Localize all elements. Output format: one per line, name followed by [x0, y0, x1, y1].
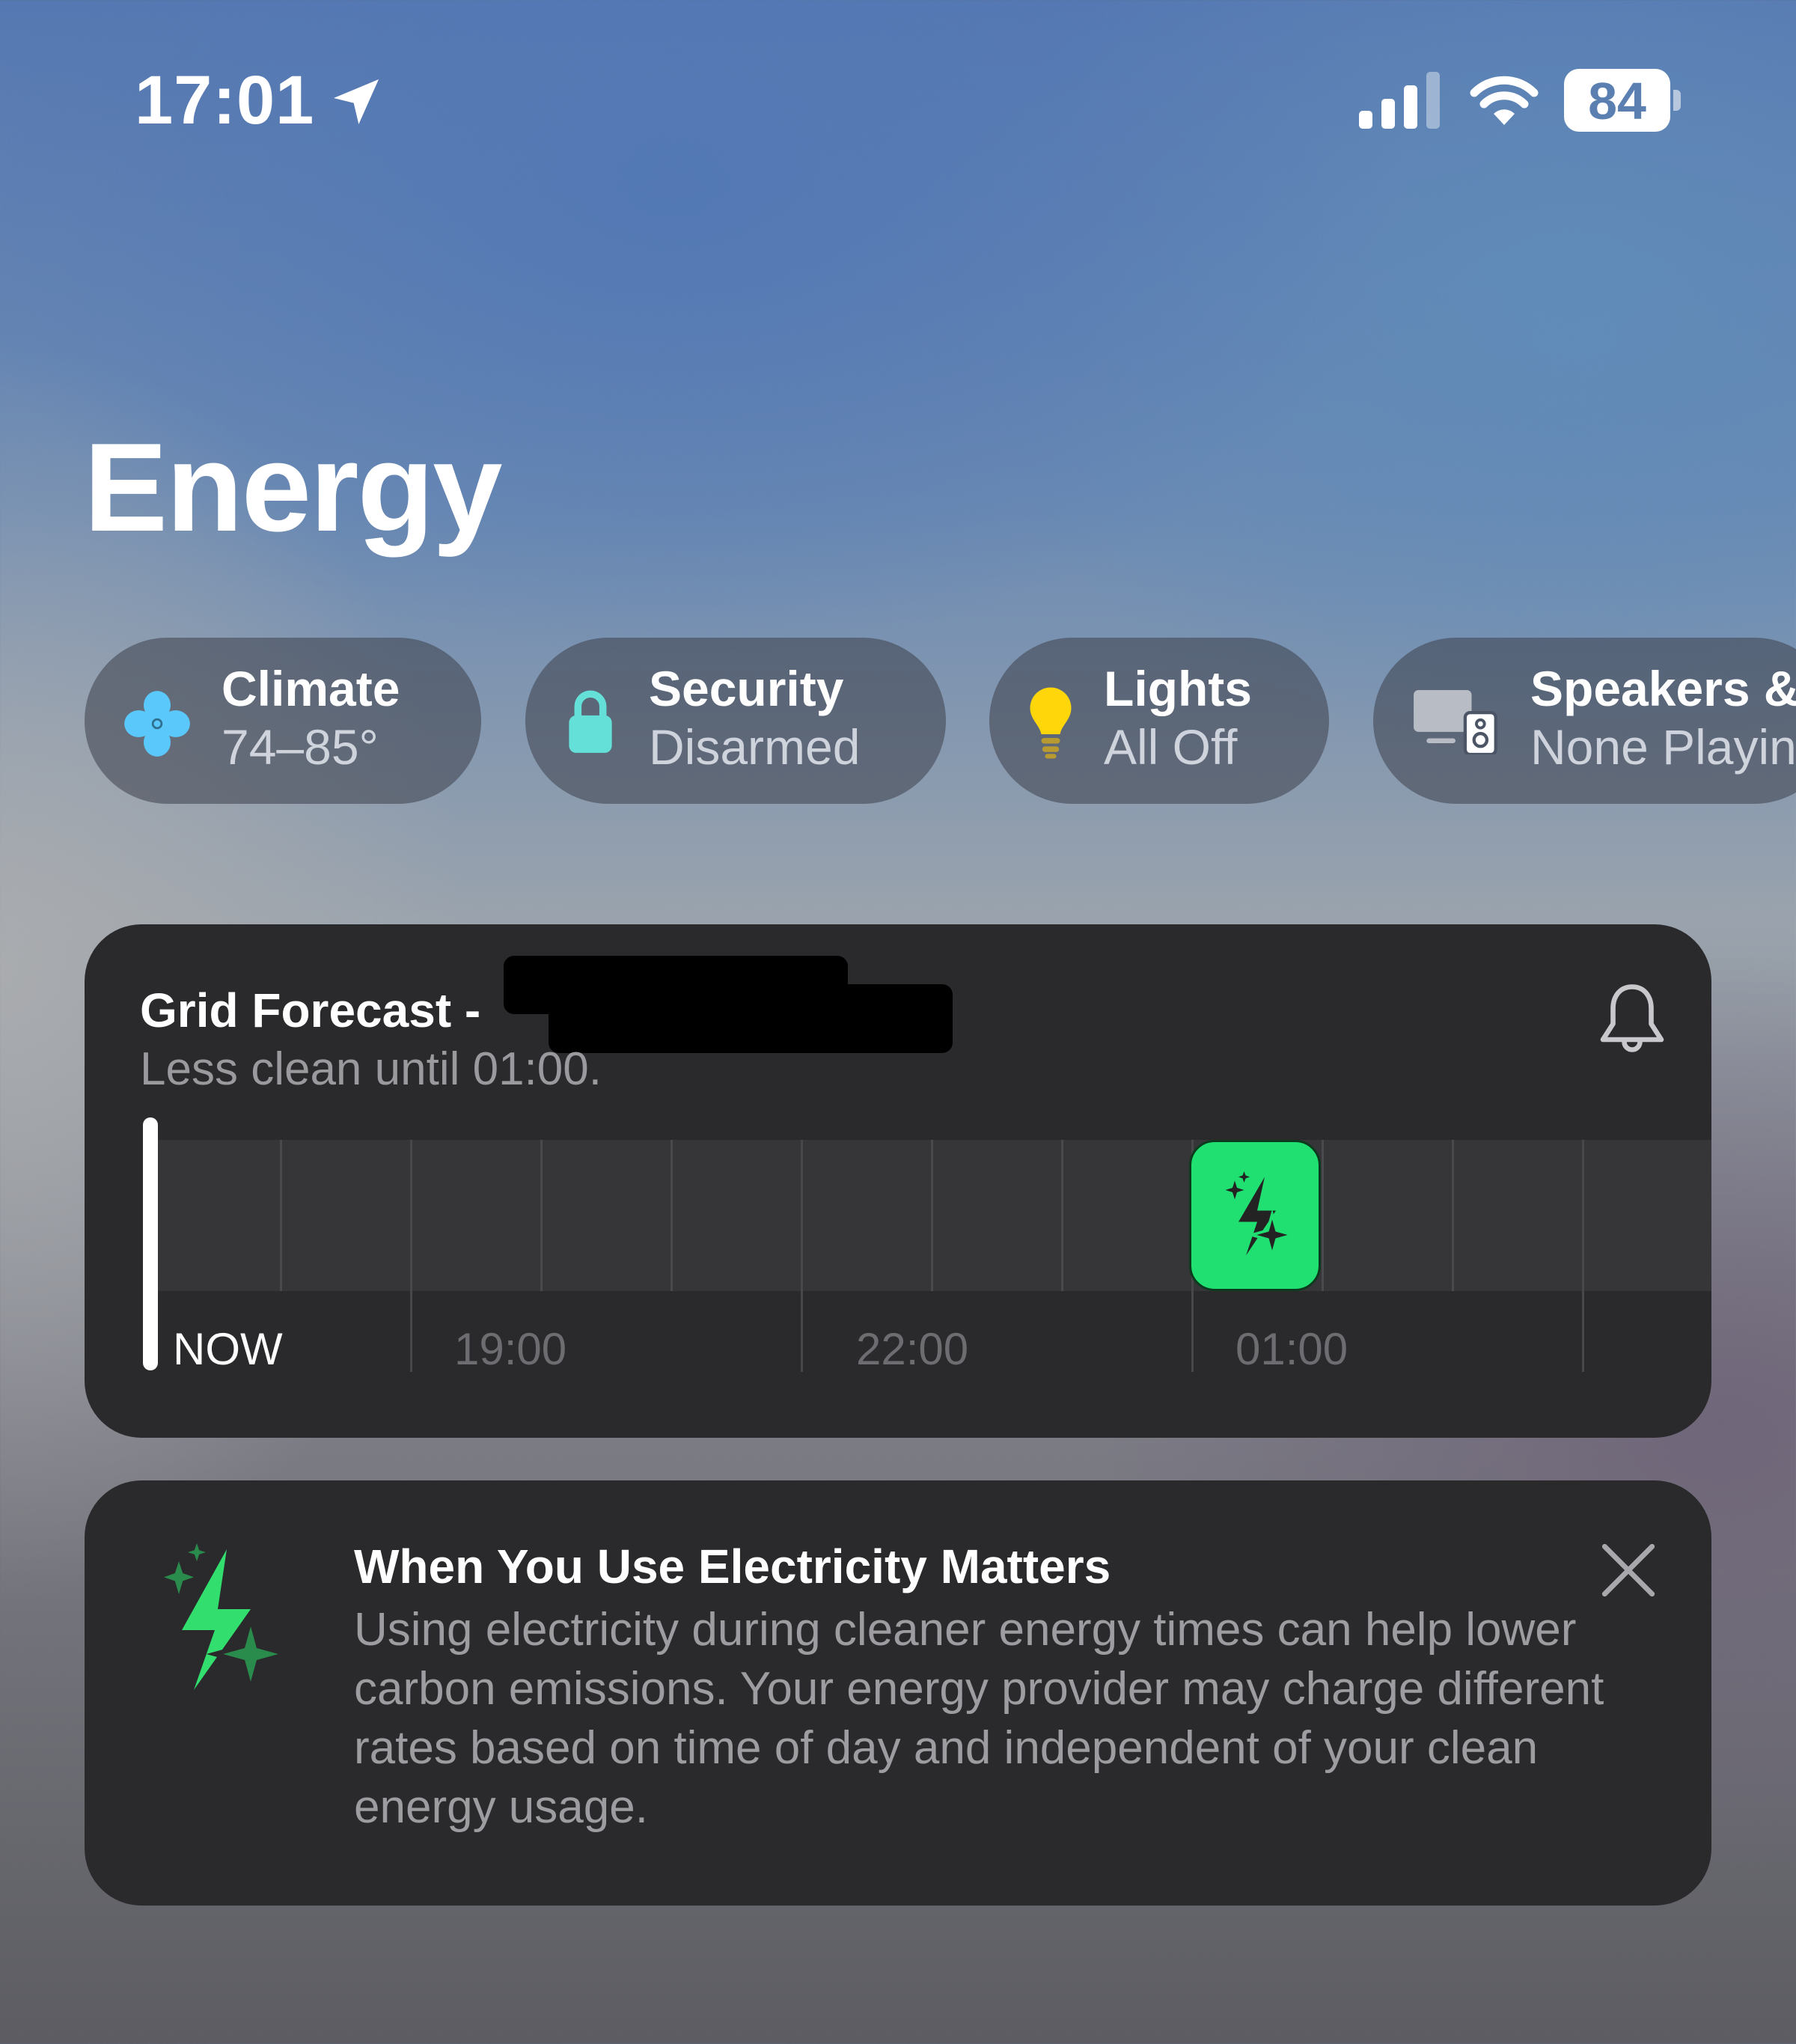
timeline-major-tick: [801, 1140, 803, 1372]
pill-status: All Off: [1104, 719, 1238, 775]
timeline-label-01: 01:00: [1235, 1324, 1348, 1374]
timeline-tick: [540, 1140, 543, 1291]
timeline-tick: [1452, 1140, 1454, 1291]
tip-title: When You Use Electricity Matters: [354, 1540, 1111, 1593]
pill-security[interactable]: Security Disarmed: [525, 638, 946, 804]
wifi-icon: [1470, 76, 1539, 125]
timeline-major-tick: [410, 1140, 412, 1372]
clean-energy-window[interactable]: [1189, 1140, 1321, 1291]
timeline-tick: [1061, 1140, 1063, 1291]
pill-label: Climate: [222, 661, 400, 716]
pill-status: 74–85°: [222, 719, 379, 775]
page-title: Energy: [84, 417, 503, 558]
location-arrow-icon: [334, 79, 379, 124]
timeline-tick: [931, 1140, 933, 1291]
lock-icon: [569, 690, 612, 753]
lightbulb-icon: [1030, 687, 1072, 759]
clean-energy-sparkle-icon: [164, 1543, 294, 1690]
timeline-tick: [1322, 1140, 1324, 1291]
timeline-tick: [280, 1140, 282, 1291]
pill-lights[interactable]: Lights All Off: [989, 638, 1329, 804]
clean-energy-sparkle-icon: [1225, 1171, 1295, 1261]
electricity-tip-card: When You Use Electricity Matters Using e…: [85, 1480, 1711, 1906]
battery-percent: 84: [1588, 72, 1646, 130]
speaker-tv-icon: [1414, 690, 1497, 754]
timeline-label-19: 19:00: [454, 1324, 567, 1374]
grid-forecast-card[interactable]: Grid Forecast - Less clean until 01:00. …: [85, 924, 1711, 1438]
pill-status: Disarmed: [649, 719, 861, 775]
timeline-major-tick: [1582, 1140, 1584, 1372]
cellular-signal-icon: [1359, 72, 1440, 129]
pill-label: Speakers &: [1530, 661, 1796, 716]
timeline-tick: [671, 1140, 673, 1291]
battery-indicator: 84: [1564, 69, 1684, 132]
status-time: 17:01: [135, 62, 315, 138]
pill-status: None Playin: [1530, 719, 1796, 775]
tip-body: Using electricity during cleaner energy …: [354, 1604, 1604, 1833]
now-indicator: [143, 1117, 158, 1370]
fan-icon: [124, 691, 190, 757]
timeline-label-22: 22:00: [856, 1324, 969, 1374]
close-icon[interactable]: [1600, 1542, 1657, 1599]
pill-climate[interactable]: Climate 74–85°: [85, 638, 481, 804]
pill-label: Lights: [1104, 661, 1252, 716]
timeline-now-label: NOW: [173, 1324, 283, 1374]
pill-label: Security: [649, 661, 844, 716]
pill-speakers-tv[interactable]: Speakers & None Playin: [1373, 638, 1796, 804]
